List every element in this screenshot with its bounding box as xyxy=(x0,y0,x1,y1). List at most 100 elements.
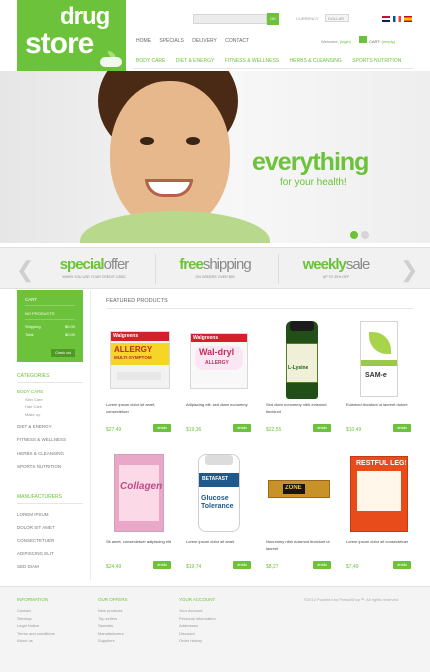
product-name[interactable]: Nonummy nibh euismod tincidunt ut laoree… xyxy=(266,538,332,552)
product-image-frame[interactable]: SAM-e xyxy=(346,313,413,401)
product-image-frame[interactable]: Walgreens ALLERGY MULTI-SYMPTOM xyxy=(106,313,173,401)
product-card[interactable]: SAM-e Euismod tincidunt ut laoreet dolore… xyxy=(346,313,413,439)
catnav-herbs-cleansing[interactable]: HERBS & CLEANSING xyxy=(290,58,342,64)
footer-link[interactable]: Specials xyxy=(98,622,128,630)
details-button[interactable]: details xyxy=(233,424,251,432)
promo-special-offer[interactable]: specialoffer WHEN YOU USE YOUR CREDIT CA… xyxy=(46,256,142,279)
login-link[interactable]: (login) xyxy=(340,39,351,44)
chevron-right-icon[interactable]: ❯ xyxy=(400,257,418,283)
footer-link[interactable]: Discount xyxy=(179,630,216,638)
flag-es-icon[interactable] xyxy=(404,16,412,22)
currency-select[interactable]: DOLLAR xyxy=(325,14,349,22)
footer-link[interactable]: Sitemap xyxy=(17,615,55,623)
footer-link[interactable]: Top sellers xyxy=(98,615,128,623)
sidebar-subcategory[interactable]: Hair Care xyxy=(25,404,42,409)
product-image-frame[interactable]: Collagen xyxy=(106,450,173,538)
footer-link[interactable]: Order history xyxy=(179,637,216,645)
product-card[interactable]: Collagen Sit amet, consectetuer adipiscin… xyxy=(106,450,173,576)
product-image: BETAFAST Glucose Tolerance xyxy=(198,454,240,532)
details-button[interactable]: details xyxy=(313,424,331,432)
product-card[interactable]: RESTFUL LEGS Lorem ipsum dolor sit consec… xyxy=(346,450,413,576)
footer-link[interactable]: Legal Notice xyxy=(17,622,55,630)
cart-summary[interactable]: CART: (empty) xyxy=(369,39,395,44)
manufacturer-link[interactable]: LOREM IPSUM xyxy=(17,512,49,517)
product-name[interactable]: Sit amet, consectetuer adipiscing elit xyxy=(106,538,172,545)
promo-weekly-sale[interactable]: weeklysale UP TO 30% OFF xyxy=(290,256,382,279)
flag-fr-icon[interactable] xyxy=(393,16,401,22)
product-name[interactable]: Lorem ipsum dolor sit amet, consectetuer xyxy=(106,401,172,415)
footer-link[interactable]: Your Account xyxy=(179,607,216,615)
manufacturer-link[interactable]: DOLOR SIT AMET xyxy=(17,525,55,530)
details-button[interactable]: details xyxy=(393,561,411,569)
sidebar-subcategory[interactable]: Make up xyxy=(25,412,40,417)
footer-link[interactable]: Manufacturers xyxy=(98,630,128,638)
capsule-icon xyxy=(100,57,122,67)
sidebar-category[interactable]: BODY CARE xyxy=(17,389,43,394)
nav-home[interactable]: HOME xyxy=(136,38,151,44)
details-button[interactable]: details xyxy=(393,424,411,432)
checkout-button[interactable]: Check out xyxy=(51,349,75,357)
manufacturer-link[interactable]: ADIPISCING ELIT xyxy=(17,551,54,556)
sidebar-subcategory[interactable]: Skin Care xyxy=(25,397,43,402)
details-button[interactable]: details xyxy=(313,561,331,569)
slider-dot[interactable] xyxy=(361,231,369,239)
product-image-frame[interactable]: BETAFAST Glucose Tolerance xyxy=(186,450,253,538)
product-name[interactable]: Lorem ipsum dolor sit amet xyxy=(186,538,252,545)
details-button[interactable]: details xyxy=(153,424,171,432)
product-name[interactable]: Adipiscing elit, sed diam nonummy xyxy=(186,401,252,408)
footer-link[interactable]: New products xyxy=(98,607,128,615)
product-name[interactable]: Euismod tincidunt ut laoreet dolore xyxy=(346,401,412,408)
product-name[interactable]: Sed diam nonummy nibh euismod tincidunt xyxy=(266,401,332,415)
welcome-label: Welcome, xyxy=(321,39,339,44)
product-image-frame[interactable]: RESTFUL LEGS xyxy=(346,450,413,538)
footer-link[interactable]: About us xyxy=(17,637,55,645)
slider-dot-active[interactable] xyxy=(350,231,358,239)
sidebar-category[interactable]: DIET & ENERGY xyxy=(17,424,52,429)
promo-rest: offer xyxy=(103,256,130,273)
footer-link[interactable]: Personal information xyxy=(179,615,216,623)
store-logo[interactable]: drug for your health store xyxy=(17,0,126,71)
catnav-body-care[interactable]: BODY CARE xyxy=(136,58,165,64)
product-card[interactable]: ZONE Nonummy nibh euismod tincidunt ut la… xyxy=(266,450,333,576)
sidebar-category[interactable]: HERBS & CLEANSING xyxy=(17,451,64,456)
catnav-sports-nutrition[interactable]: SPORTS NUTRITION xyxy=(352,58,401,64)
manufacturer-link[interactable]: CONSECTETUER xyxy=(17,538,54,543)
footer-link[interactable]: Contact xyxy=(17,607,55,615)
sidebar-category[interactable]: FITNESS & WELLNESS xyxy=(17,437,66,442)
product-card[interactable]: Walgreens ALLERGY MULTI-SYMPTOM Lorem ipsum… xyxy=(106,313,173,439)
sidebar-category[interactable]: SPORTS NUTRITION xyxy=(17,464,61,469)
search-input[interactable] xyxy=(193,14,267,24)
product-image-subtext: ALLERGY xyxy=(205,360,229,366)
nav-specials[interactable]: SPECIALS xyxy=(159,38,183,44)
catnav-diet-energy[interactable]: DIET & ENERGY xyxy=(176,58,215,64)
product-image-text: Glucose Tolerance xyxy=(201,495,234,510)
promo-free-shipping[interactable]: freeshipping ON ORDERS OVER $99 xyxy=(166,256,264,279)
promo-bar: ❮ specialoffer WHEN YOU USE YOUR CREDIT … xyxy=(0,247,430,289)
manufacturer-link[interactable]: SED DIAM xyxy=(17,564,39,569)
product-card[interactable]: Walgreens Wal-dryl ALLERGY Adipiscing elit,… xyxy=(186,313,253,439)
product-image-frame[interactable]: Walgreens Wal-dryl ALLERGY xyxy=(186,313,253,401)
nav-delivery[interactable]: DELIVERY xyxy=(192,38,217,44)
product-image-frame[interactable]: L-Lysine xyxy=(266,313,333,401)
product-card[interactable]: BETAFAST Glucose Tolerance Lorem ipsum dol… xyxy=(186,450,253,576)
product-name[interactable]: Lorem ipsum dolor sit consectetuer xyxy=(346,538,412,545)
search-button[interactable]: OK xyxy=(267,13,279,25)
logo-tagline: for your health xyxy=(61,10,87,15)
catnav-fitness-wellness[interactable]: FITNESS & WELLNESS xyxy=(225,58,279,64)
chevron-left-icon[interactable]: ❮ xyxy=(16,257,34,283)
promo-rest: shipping xyxy=(202,256,252,273)
footer-link[interactable]: Terms and conditions xyxy=(17,630,55,638)
footer-link[interactable]: Suppliers xyxy=(98,637,128,645)
details-button[interactable]: details xyxy=(153,561,171,569)
flag-en-icon[interactable] xyxy=(382,16,390,22)
cart-icon[interactable] xyxy=(359,36,367,43)
nav-contact[interactable]: CONTACT xyxy=(225,38,249,44)
product-card[interactable]: L-Lysine Sed diam nonummy nibh euismod ti… xyxy=(266,313,333,439)
hero-slider[interactable]: everything for your health! xyxy=(0,71,430,243)
details-button[interactable]: details xyxy=(233,561,251,569)
hero-photo-eye xyxy=(186,137,200,145)
footer-link[interactable]: Addresses xyxy=(179,622,216,630)
product-image-frame[interactable]: ZONE xyxy=(266,450,333,538)
footer: INFORMATION Contact Sitemap Legal Notice Ter… xyxy=(0,586,430,672)
product-price: $7,49 xyxy=(346,564,359,570)
